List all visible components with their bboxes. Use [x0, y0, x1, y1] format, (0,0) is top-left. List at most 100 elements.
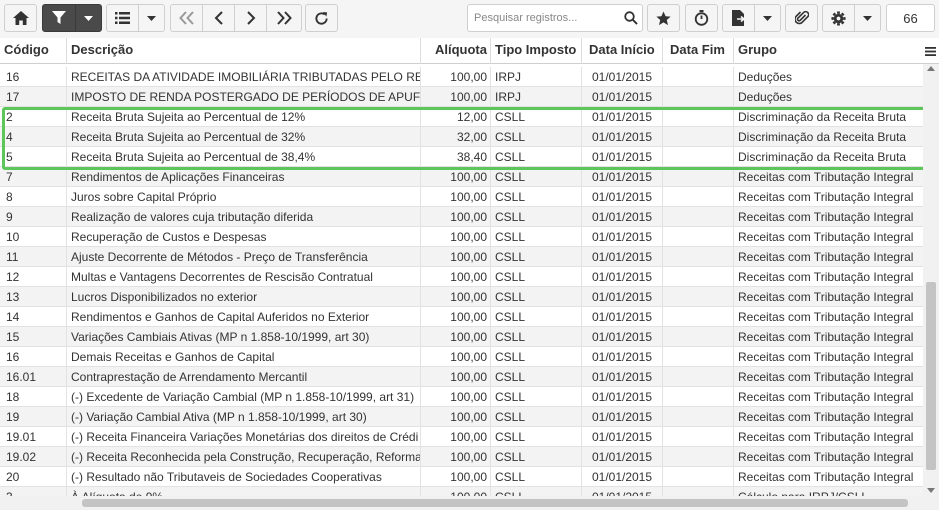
cell-tipo-imposto: CSLL	[490, 287, 581, 307]
gear-icon	[831, 10, 846, 26]
table-row[interactable]: 4 Receita Bruta Sujeita ao Percentual de …	[0, 127, 923, 147]
column-header-codigo[interactable]: Código	[0, 38, 66, 64]
cell-tipo-imposto: CSLL	[490, 487, 581, 496]
cell-descricao: (-) Receita Reconhecida pela Construção,…	[66, 447, 420, 467]
cell-data-fim	[662, 287, 733, 307]
column-header-descricao[interactable]: Descrição	[66, 38, 420, 64]
filter-button[interactable]	[42, 4, 76, 32]
cell-tipo-imposto: CSLL	[490, 447, 581, 467]
cell-data-fim	[662, 407, 733, 427]
export-dropdown-button[interactable]	[754, 4, 781, 32]
filter-icon	[52, 11, 66, 24]
attachments-button[interactable]	[785, 4, 818, 32]
cell-codigo: 19	[6, 410, 20, 424]
cell-tipo-imposto: CSLL	[490, 247, 581, 267]
cell-grupo: Receitas com Tributação Integral	[733, 287, 923, 307]
cell-aliquota: 100,00	[420, 247, 490, 267]
table-row[interactable]: 7 Rendimentos de Aplicações Financeiras 10…	[0, 167, 923, 187]
cell-codigo: 7	[6, 170, 13, 184]
table-row[interactable]: 3À Alíquota de 9%100,00CSLL01/01/2015 Cál…	[0, 487, 923, 496]
first-page-button[interactable]	[170, 4, 203, 32]
column-header-data-inicio[interactable]: Data Início	[581, 38, 662, 64]
favorites-button[interactable]	[647, 4, 680, 32]
table-row[interactable]: 20 (-) Resultado não Tributaveis de Socie…	[0, 467, 923, 487]
table-row[interactable]: 19 (-) Variação Cambial Ativa (MP n 1.858…	[0, 407, 923, 427]
table-row[interactable]: 12 Multas e Vantagens Decorrentes de Resc…	[0, 267, 923, 287]
cell-codigo: 13	[6, 290, 20, 304]
cell-grupo: Receitas com Tributação Integral	[733, 167, 923, 187]
horizontal-scroll-thumb[interactable]	[82, 499, 908, 507]
cell-codigo: 15	[6, 330, 20, 344]
cell-aliquota: 100,00	[420, 447, 490, 467]
cell-codigo: 19.02	[6, 450, 37, 464]
table-row[interactable]: 16.01 Contraprestação de Arrendamento Mer…	[0, 367, 923, 387]
column-header-data-fim[interactable]: Data Fim	[662, 38, 733, 64]
cell-data-fim	[662, 467, 733, 487]
column-header-grupo[interactable]: Grupo	[733, 38, 923, 64]
cell-tipo-imposto: CSLL	[490, 327, 581, 347]
column-menu-icon[interactable]	[925, 47, 936, 56]
search-icon[interactable]	[624, 11, 638, 25]
cell-codigo: 2	[6, 110, 13, 124]
cell-data-fim	[662, 427, 733, 447]
table-row[interactable]: 8 Juros sobre Capital Próprio 100,00 CSLL 01…	[0, 187, 923, 207]
cell-descricao: Receita Bruta Sujeita ao Percentual de 1…	[66, 107, 420, 127]
cell-codigo: 4	[6, 130, 13, 144]
cell-aliquota: 100,00	[420, 467, 490, 487]
cell-descricao: (-) Excedente de Variação Cambial (MP n …	[66, 387, 420, 407]
refresh-button[interactable]	[305, 4, 338, 32]
search-box	[467, 4, 643, 32]
cell-aliquota: 100,00	[420, 407, 490, 427]
table-row[interactable]: 13 Lucros Disponibilizados no exterior 100…	[0, 287, 923, 307]
cell-grupo: Receitas com Tributação Integral	[733, 347, 923, 367]
list-view-dropdown-button[interactable]	[138, 4, 165, 32]
cell-descricao: Demais Receitas e Ganhos de Capital	[66, 347, 420, 367]
cell-tipo-imposto: CSLL	[490, 127, 581, 147]
table-row[interactable]: 16 Demais Receitas e Ganhos de Capital 100…	[0, 347, 923, 367]
cell-tipo-imposto: CSLL	[490, 207, 581, 227]
search-input[interactable]	[472, 9, 620, 27]
list-view-button[interactable]	[106, 4, 139, 32]
table-row[interactable]: 5 Receita Bruta Sujeita ao Percentual de …	[0, 147, 923, 167]
prev-page-button[interactable]	[202, 4, 235, 32]
cell-grupo: Receitas com Tributação Integral	[733, 367, 923, 387]
table-row[interactable]: 10 Recuperação de Custos e Despesas 100,00…	[0, 227, 923, 247]
cell-aliquota: 100,00	[420, 187, 490, 207]
cell-tipo-imposto: CSLL	[490, 187, 581, 207]
table-row[interactable]: 18 (-) Excedente de Variação Cambial (MP …	[0, 387, 923, 407]
cell-grupo: Cálculo para IRPJ/CSLL	[733, 487, 923, 496]
vertical-scroll-thumb[interactable]	[926, 282, 936, 470]
cell-aliquota: 100,00	[420, 87, 490, 107]
filter-dropdown-button[interactable]	[75, 4, 102, 32]
settings-button[interactable]	[822, 4, 855, 32]
export-button[interactable]	[722, 4, 755, 32]
column-header-aliquota[interactable]: Alíquota	[420, 38, 490, 64]
cell-aliquota: 100,00	[420, 327, 490, 347]
settings-dropdown-button[interactable]	[854, 4, 881, 32]
column-header-tipo-imposto[interactable]: Tipo Imposto	[490, 38, 581, 64]
last-page-button[interactable]	[266, 4, 302, 32]
table-row[interactable]: 9 Realização de valores cuja tributação d…	[0, 207, 923, 227]
scroll-up-arrow-icon[interactable]	[927, 66, 935, 71]
cell-data-inicio: 01/01/2015	[581, 247, 662, 267]
table-row[interactable]: 19.02 (-) Receita Reconhecida pela Constr…	[0, 447, 923, 467]
table-row[interactable]: 17 IMPOSTO DE RENDA POSTERGADO DE PERÍODO…	[0, 87, 923, 107]
table-row[interactable]: 15 Variações Cambiais Ativas (MP n 1.858-…	[0, 327, 923, 347]
cell-tipo-imposto: CSLL	[490, 227, 581, 247]
cell-data-fim	[662, 327, 733, 347]
cell-data-inicio: 01/01/2015	[581, 427, 662, 447]
table-row[interactable]: 16 RECEITAS DA ATIVIDADE IMOBILIÁRIA TRIB…	[0, 67, 923, 87]
last-page-icon	[277, 11, 292, 25]
cell-aliquota: 100,00	[420, 347, 490, 367]
home-button[interactable]	[4, 4, 37, 32]
cell-data-inicio: 01/01/2015	[581, 327, 662, 347]
table-row[interactable]: 2 Receita Bruta Sujeita ao Percentual de …	[0, 107, 923, 127]
table-row[interactable]: 14 Rendimentos e Ganhos de Capital Auferi…	[0, 307, 923, 327]
table-row[interactable]: 19.01 (-) Receita Financeira Variações Mo…	[0, 427, 923, 447]
cell-aliquota: 100,00	[420, 167, 490, 187]
timer-button[interactable]	[685, 4, 718, 32]
next-page-button[interactable]	[234, 4, 267, 32]
cell-codigo: 18	[6, 390, 20, 404]
scroll-down-arrow-icon[interactable]	[927, 488, 935, 493]
table-row[interactable]: 11 Ajuste Decorrente de Métodos - Preço d…	[0, 247, 923, 267]
